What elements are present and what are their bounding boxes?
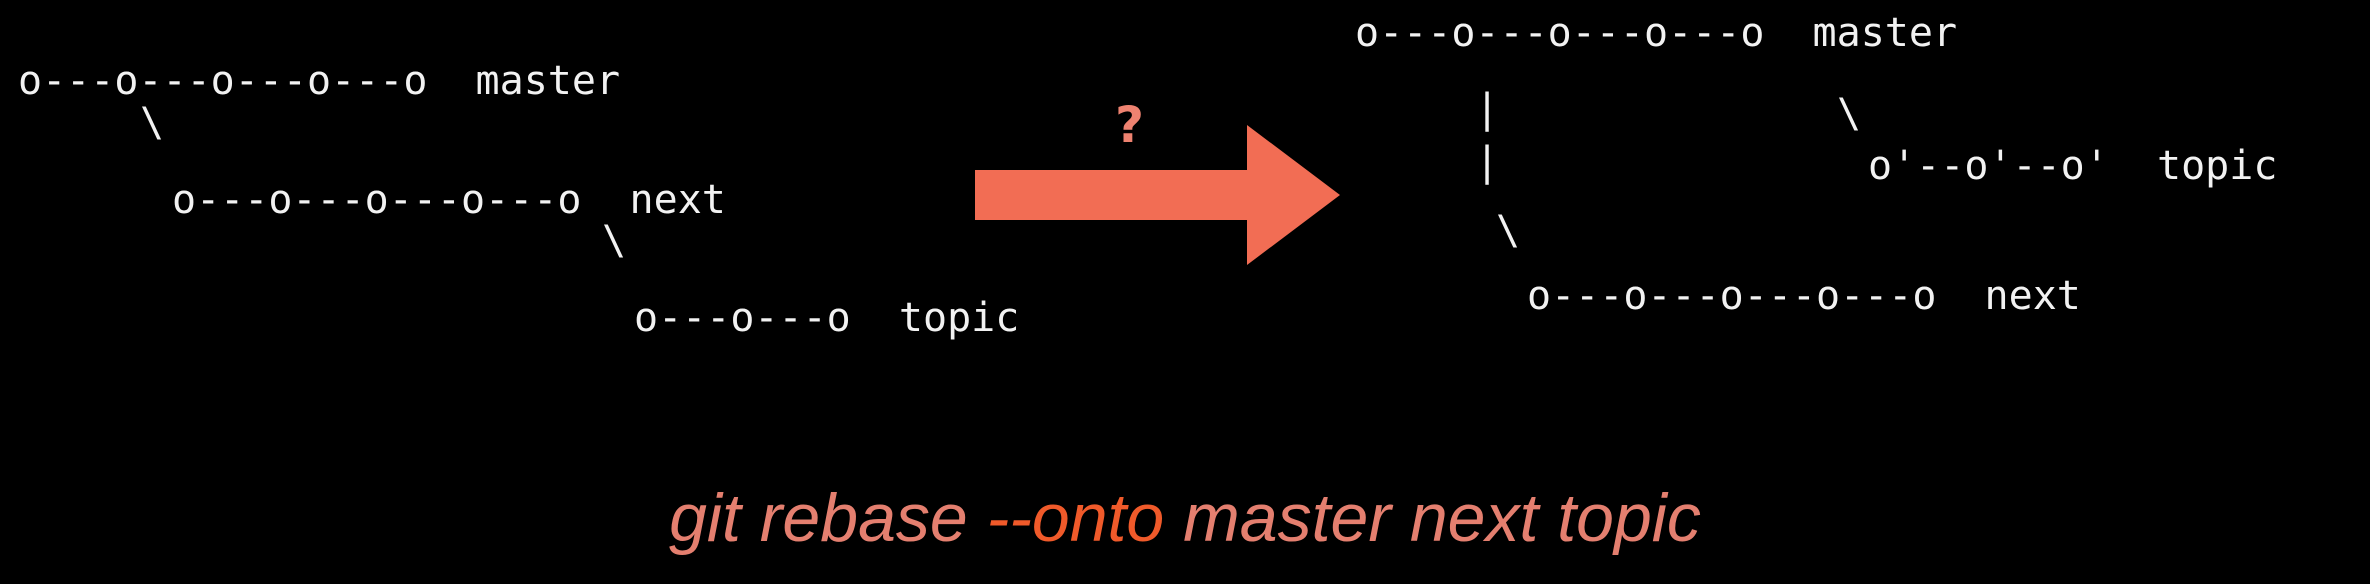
after-master-branch-connector: \ [1837, 91, 1862, 137]
after-vertical-connector-lower: | [1475, 139, 1500, 185]
before-master-line: o---o---o---o---o master [18, 58, 621, 104]
right-arrow-icon [975, 125, 1340, 265]
command-args: master next topic [1164, 480, 1701, 556]
after-master-line: o---o---o---o---o master [1355, 10, 1958, 56]
after-vertical-connector-upper: | [1475, 86, 1500, 132]
after-next-branch-connector: \ [1496, 208, 1521, 254]
rebase-command: git rebase --onto master next topic [0, 478, 2370, 558]
command-onto-option: --onto [986, 480, 1165, 556]
after-next-line: o---o---o---o---o next [1527, 273, 2081, 319]
before-master-branch-connector: \ [140, 100, 165, 146]
after-topic-line: o'--o'--o' topic [1868, 143, 2278, 189]
command-prefix: git rebase [669, 480, 987, 556]
before-next-line: o---o---o---o---o next [172, 177, 726, 223]
right-arrow-shape [975, 125, 1340, 265]
before-topic-line: o---o---o topic [634, 295, 1020, 341]
before-next-branch-connector: \ [602, 218, 627, 264]
